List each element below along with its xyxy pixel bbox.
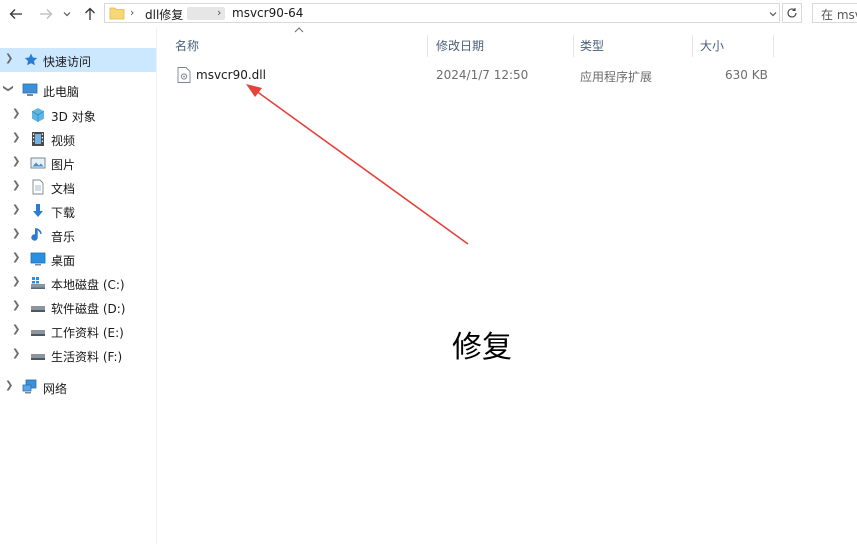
annotation-label: 修复	[452, 330, 512, 365]
chevron-right-icon[interactable]: ❯	[12, 276, 20, 287]
film-icon	[30, 131, 46, 147]
chevron-right-icon[interactable]: ❯	[12, 228, 20, 239]
address-bar[interactable]: › dll修复 › msvcr90-64	[104, 3, 780, 23]
nav-label: 图片	[51, 158, 76, 172]
computer-icon	[22, 82, 38, 98]
breadcrumb-separator-icon: ›	[130, 6, 135, 19]
network-icon	[22, 379, 38, 395]
star-icon	[23, 52, 39, 68]
column-header-name[interactable]: 名称	[175, 37, 199, 54]
nav-label: 视频	[51, 134, 76, 148]
nav-item-drive-e[interactable]: ❯ 工作资料 (E:)	[0, 319, 156, 343]
forward-button[interactable]	[36, 4, 56, 24]
nav-label: 本地磁盘 (C:)	[51, 278, 125, 292]
nav-label: 音乐	[51, 230, 76, 244]
breadcrumb-msvcr90-64[interactable]: msvcr90-64	[232, 6, 303, 20]
breadcrumb-separator-icon: ›	[217, 6, 222, 19]
nav-item-drive-c[interactable]: ❯ 本地磁盘 (C:)	[0, 271, 156, 295]
chevron-down-icon[interactable]: ❯	[3, 84, 14, 92]
chevron-right-icon[interactable]: ❯	[5, 380, 13, 391]
music-icon	[30, 227, 46, 243]
nav-item-desktop[interactable]: ❯ 桌面	[0, 247, 156, 271]
column-divider[interactable]	[427, 35, 428, 57]
chevron-right-icon[interactable]: ❯	[12, 252, 20, 263]
document-icon	[30, 179, 46, 195]
breadcrumb-dll-repair[interactable]: dll修复	[145, 6, 183, 23]
up-button[interactable]	[80, 4, 100, 24]
pane-divider[interactable]	[156, 28, 157, 544]
column-divider[interactable]	[773, 35, 774, 57]
file-type: 应用程序扩展	[580, 70, 653, 84]
nav-label: 此电脑	[43, 85, 80, 99]
column-headers: 名称 修改日期 类型 大小	[160, 31, 780, 57]
chevron-right-icon[interactable]: ❯	[12, 204, 20, 215]
drive-icon	[30, 299, 46, 315]
nav-label: 文档	[51, 182, 76, 196]
file-size: 630 KB	[725, 68, 768, 82]
chevron-right-icon[interactable]: ❯	[5, 53, 13, 64]
nav-item-downloads[interactable]: ❯ 下载	[0, 199, 156, 223]
address-toolbar: › dll修复 › msvcr90-64 在 msv	[0, 0, 857, 28]
desktop-icon	[30, 251, 46, 267]
nav-item-pictures[interactable]: ❯ 图片	[0, 151, 156, 175]
column-divider[interactable]	[692, 35, 693, 57]
nav-item-network[interactable]: ❯ 网络	[0, 375, 156, 399]
file-name[interactable]: msvcr90.dll	[196, 68, 266, 82]
nav-item-drive-f[interactable]: ❯ 生活资料 (F:)	[0, 343, 156, 367]
chevron-down-icon	[769, 12, 777, 17]
drive-icon	[30, 323, 46, 339]
column-header-modified[interactable]: 修改日期	[436, 37, 484, 54]
download-icon	[30, 203, 46, 219]
nav-item-documents[interactable]: ❯ 文档	[0, 175, 156, 199]
column-header-size[interactable]: 大小	[700, 37, 724, 54]
nav-label: 软件磁盘 (D:)	[51, 302, 126, 316]
nav-item-music[interactable]: ❯ 音乐	[0, 223, 156, 247]
navigation-pane: ❯ 快速访问 ❯ 此电脑 ❯ 3D 对象 ❯ 视频 ❯ 图片 ❯ 文档 ❯ 下载…	[0, 28, 156, 544]
cube-icon	[30, 107, 46, 123]
nav-label: 网络	[43, 382, 68, 396]
nav-item-videos[interactable]: ❯ 视频	[0, 127, 156, 151]
windows-drive-icon	[30, 275, 46, 291]
chevron-right-icon[interactable]: ❯	[12, 300, 20, 311]
search-input[interactable]: 在 msv	[812, 3, 857, 23]
nav-label: 桌面	[51, 254, 76, 268]
arrow-right-icon	[40, 9, 53, 19]
nav-label: 生活资料 (F:)	[51, 350, 123, 364]
chevron-down-icon	[63, 12, 71, 17]
refresh-button[interactable]	[782, 3, 802, 23]
file-modified: 2024/1/7 12:50	[436, 68, 529, 82]
arrow-up-icon	[85, 7, 95, 20]
column-header-type[interactable]: 类型	[580, 37, 604, 54]
nav-label: 工作资料 (E:)	[51, 326, 124, 340]
nav-item-this-pc[interactable]: ❯ 此电脑	[0, 78, 156, 102]
nav-item-drive-d[interactable]: ❯ 软件磁盘 (D:)	[0, 295, 156, 319]
chevron-right-icon[interactable]: ❯	[12, 180, 20, 191]
address-history-button[interactable]	[766, 4, 780, 24]
dll-file-icon	[177, 67, 191, 86]
nav-item-quick-access[interactable]: ❯ 快速访问	[0, 48, 156, 72]
chevron-right-icon[interactable]: ❯	[12, 324, 20, 335]
chevron-right-icon[interactable]: ❯	[12, 132, 20, 143]
drive-icon	[30, 347, 46, 363]
recent-locations-button[interactable]	[60, 4, 74, 24]
nav-label: 下载	[51, 206, 76, 220]
nav-item-3d-objects[interactable]: ❯ 3D 对象	[0, 103, 156, 127]
nav-label: 3D 对象	[51, 110, 96, 124]
nav-label: 快速访问	[43, 55, 92, 69]
chevron-right-icon[interactable]: ❯	[12, 156, 20, 167]
chevron-right-icon[interactable]: ❯	[12, 108, 20, 119]
arrow-left-icon	[9, 9, 22, 19]
column-divider[interactable]	[573, 35, 574, 57]
picture-icon	[30, 155, 46, 171]
back-button[interactable]	[6, 4, 26, 24]
folder-icon	[109, 6, 125, 23]
chevron-right-icon[interactable]: ❯	[12, 348, 20, 359]
refresh-icon	[787, 8, 797, 18]
file-row[interactable]: msvcr90.dll 2024/1/7 12:50 应用程序扩展 630 KB	[171, 64, 791, 86]
